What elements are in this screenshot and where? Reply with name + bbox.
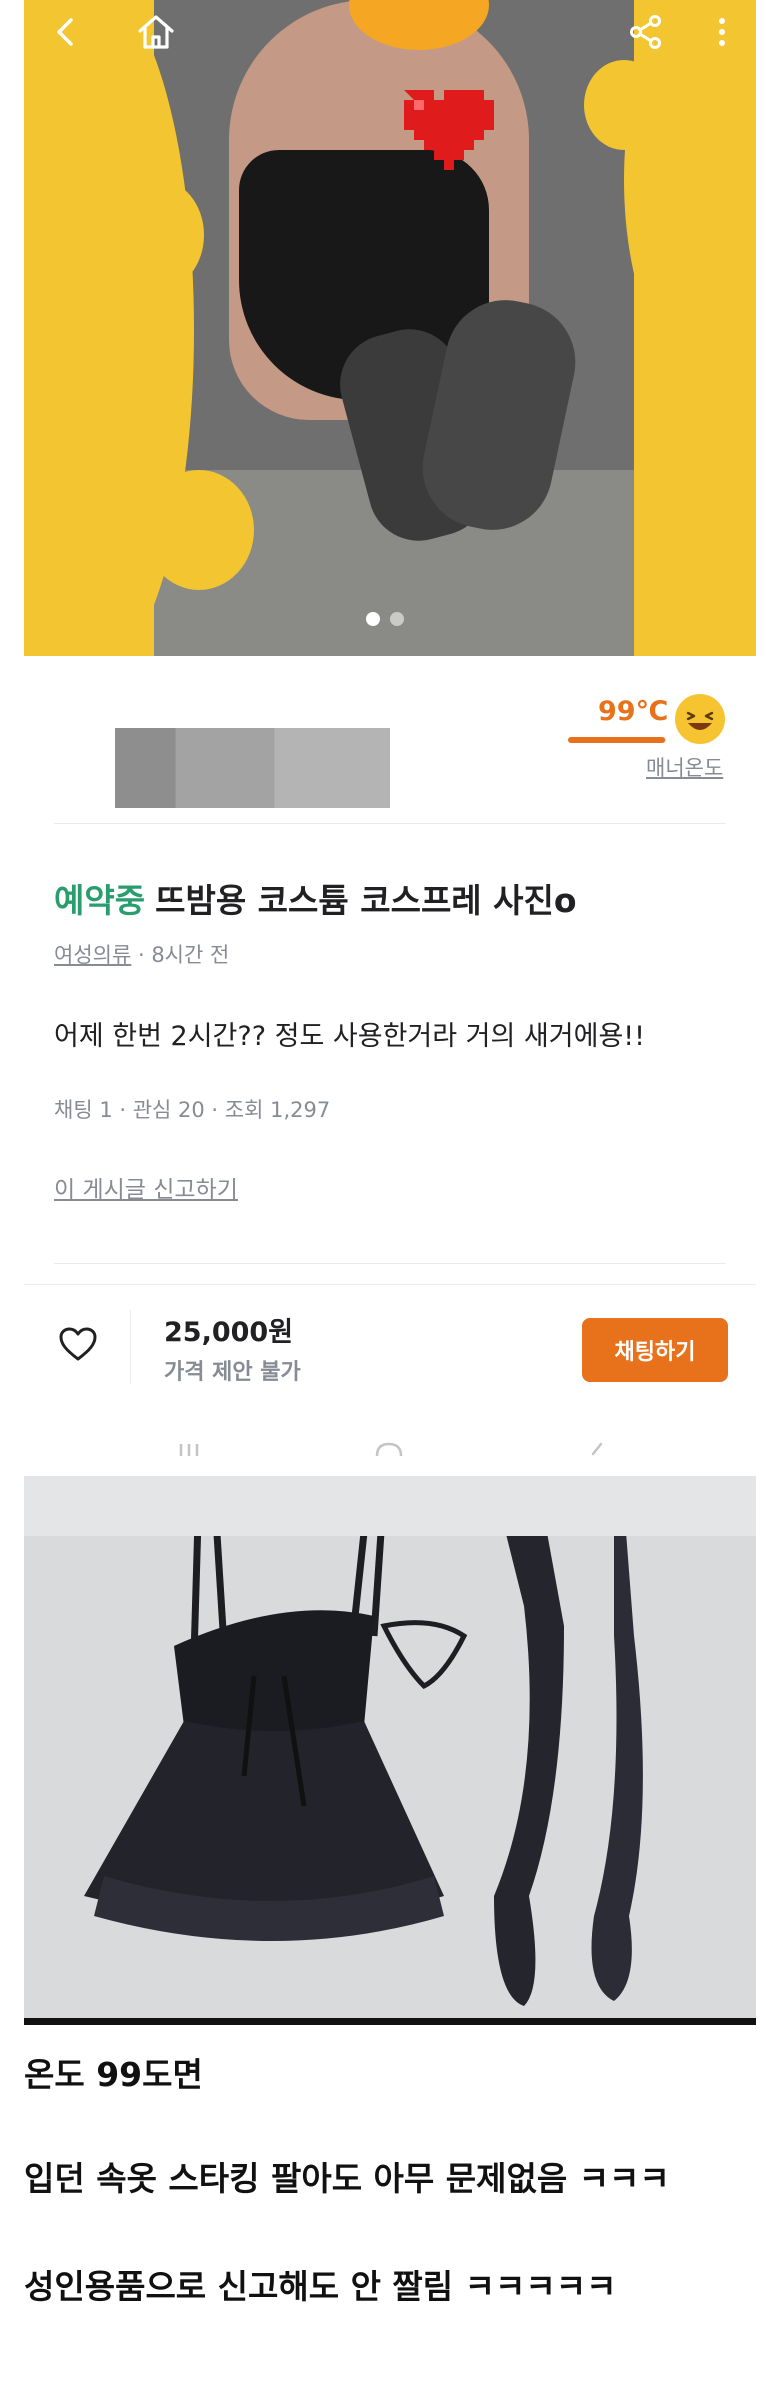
back-button[interactable] xyxy=(44,10,88,54)
product-photo-carousel[interactable] xyxy=(24,0,756,656)
back-nav-icon[interactable] xyxy=(578,1442,612,1456)
grinning-face-icon xyxy=(675,694,725,744)
carousel-indicator xyxy=(366,612,404,626)
report-post-link[interactable]: 이 게시글 신고하기 xyxy=(54,1170,238,1204)
carousel-dot[interactable] xyxy=(390,612,404,626)
censor-scribble xyxy=(624,0,756,390)
share-button[interactable] xyxy=(624,10,668,54)
home-nav-icon[interactable] xyxy=(372,1442,406,1456)
caption-line: 온도 99도면 xyxy=(24,2055,203,2094)
chat-button[interactable]: 채팅하기 xyxy=(582,1318,728,1382)
post-title: 예약중 뜨밤용 코스튬 코스프레 사진o xyxy=(54,874,577,922)
pixel-heart-censor xyxy=(404,90,494,170)
divider xyxy=(130,1310,131,1384)
price-offer-note: 가격 제안 불가 xyxy=(164,1360,301,1385)
like-button[interactable] xyxy=(54,1320,102,1368)
divider xyxy=(24,1284,756,1285)
home-button[interactable] xyxy=(134,10,178,54)
price: 25,000원 xyxy=(164,1317,294,1348)
product-photo-flatlay xyxy=(24,1476,756,2018)
manner-temperature-label[interactable]: 매너온도 xyxy=(646,752,723,782)
censor-scribble xyxy=(584,60,664,150)
post-time: · 8시간 전 xyxy=(137,943,230,967)
post-meta: 여성의류 · 8시간 전 xyxy=(54,939,229,969)
reservation-status-badge: 예약중 xyxy=(54,881,146,920)
more-vertical-icon xyxy=(719,18,725,46)
post-content: 어제 한번 2시간?? 정도 사용한거라 거의 새거에용!! xyxy=(54,1021,645,1052)
manner-temperature-fill xyxy=(568,737,666,743)
category-link[interactable]: 여성의류 xyxy=(54,943,131,967)
back-arrow-icon xyxy=(57,18,73,46)
share-icon xyxy=(630,15,661,49)
post-stats: 채팅 1 · 관심 20 · 조회 1,297 xyxy=(54,1098,331,1122)
recent-apps-icon[interactable] xyxy=(172,1442,206,1456)
divider xyxy=(54,823,726,824)
heart-outline-icon xyxy=(59,1327,97,1361)
manner-temperature-value: 99℃ xyxy=(598,696,669,727)
caption-line: 성인용품으로 신고해도 안 짤림 ㅋㅋㅋㅋㅋ xyxy=(24,2267,617,2306)
photo-bottom-border xyxy=(24,2018,756,2025)
lingerie-flatlay-illustration xyxy=(84,1482,643,2006)
more-button[interactable] xyxy=(700,10,744,54)
carousel-dot-active[interactable] xyxy=(366,612,380,626)
caption-line: 입던 속옷 스타킹 팔아도 아무 문제없음 ㅋㅋㅋ xyxy=(24,2159,670,2198)
post-title-text: 뜨밤용 코스튬 코스프레 사진o xyxy=(155,881,577,920)
seller-info-censored xyxy=(115,728,390,808)
censor-scribble xyxy=(144,470,254,590)
censor-scribble xyxy=(114,180,204,290)
home-icon xyxy=(138,15,174,49)
divider xyxy=(54,1263,726,1264)
photo-background xyxy=(24,1476,756,1536)
